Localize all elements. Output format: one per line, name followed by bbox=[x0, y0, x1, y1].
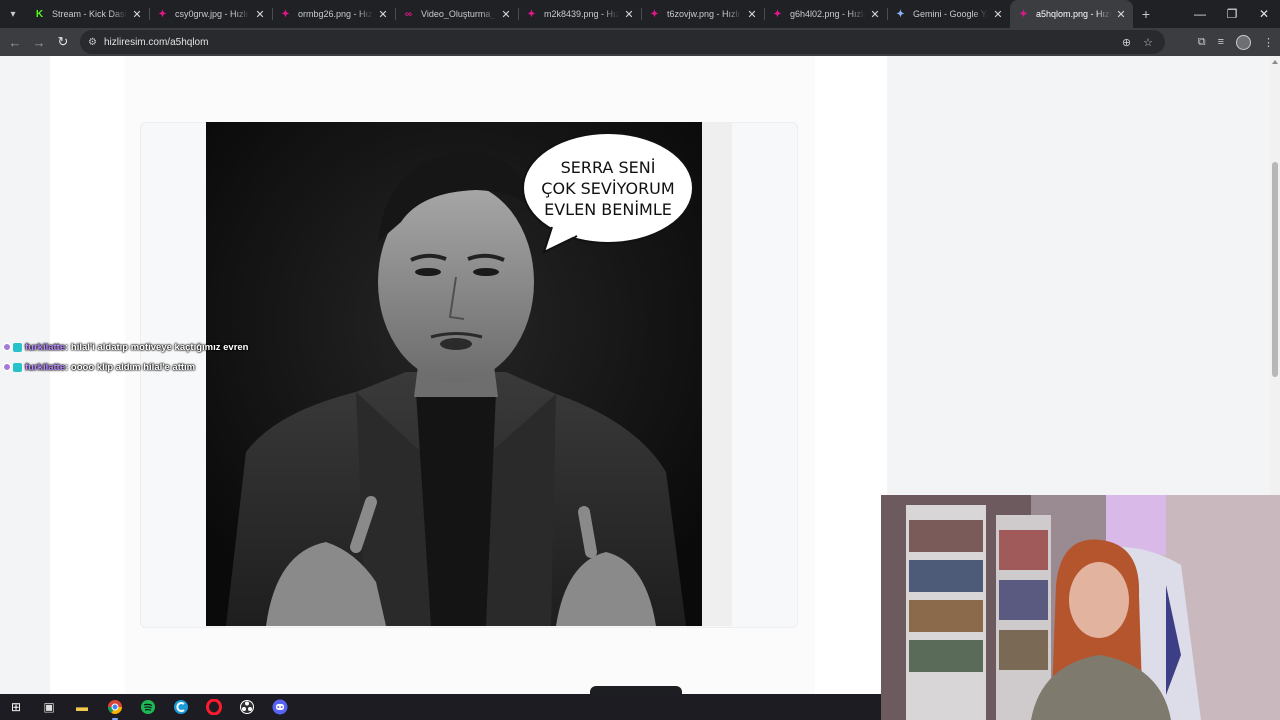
window-controls: — ❐ ✕ bbox=[1184, 7, 1280, 21]
stream-chat-overlay: furkilatte : hilal'i aldatıp motiveye ka… bbox=[3, 337, 248, 377]
chat-message: furkilatte : oooo klip aldım hilal'e att… bbox=[3, 357, 248, 377]
profile-avatar[interactable] bbox=[1236, 34, 1251, 50]
tab-strip: ▾ K Stream - Kick Dashboard ✕ ✦ csy0grw.… bbox=[0, 0, 1280, 28]
kick-icon: K bbox=[35, 8, 44, 20]
tab-a5hqlom[interactable]: ✦ a5hqlom.png - Hızlı Resim ✕ bbox=[1010, 0, 1133, 28]
close-icon[interactable]: ✕ bbox=[377, 8, 389, 21]
subscriber-badge-icon bbox=[3, 363, 11, 371]
image-side-strip bbox=[702, 122, 732, 626]
tab-title: g6h4l02.png - Hızlı Resim bbox=[790, 9, 865, 19]
bookmark-star-icon[interactable]: ☆ bbox=[1143, 36, 1153, 49]
speech-bubble-text: SERRA SENİ ÇOK SEVİYORUM EVLEN BENİMLE bbox=[522, 157, 694, 220]
restore-icon[interactable]: ❐ bbox=[1216, 7, 1248, 21]
menu-icon[interactable]: ⋮ bbox=[1263, 36, 1274, 49]
task-view-icon[interactable]: ▣ bbox=[39, 697, 59, 717]
windows-start-icon[interactable]: ⊞ bbox=[6, 697, 26, 717]
close-icon[interactable]: ✕ bbox=[500, 8, 512, 21]
hizliresim-icon: ✦ bbox=[158, 8, 167, 20]
tab-title: Video_Oluşturma_Serra bbox=[421, 9, 496, 19]
browser-toolbar: ← → ↻ ⚙ hizliresim.com/a5hqlom ⊕ ☆ ⧉ ≡ ⋮ bbox=[0, 28, 1280, 56]
windows-taskbar: ⊞ ▣ ▬ bbox=[0, 694, 881, 720]
tab-title: csy0grw.jpg - Hızlı Resim bbox=[175, 9, 250, 19]
chat-text: : hilal'i aldatıp motiveye kaçtığımız ev… bbox=[65, 341, 249, 353]
back-icon[interactable]: ← bbox=[3, 30, 27, 54]
address-bar[interactable]: ⚙ hizliresim.com/a5hqlom ⊕ ☆ bbox=[80, 30, 1165, 54]
close-window-icon[interactable]: ✕ bbox=[1248, 7, 1280, 21]
close-icon[interactable]: ✕ bbox=[1115, 8, 1127, 21]
hizliresim-icon: ✦ bbox=[650, 8, 659, 20]
close-icon[interactable]: ✕ bbox=[992, 8, 1004, 21]
tab-video-olusturma[interactable]: ∞ Video_Oluşturma_Serra ✕ bbox=[395, 0, 518, 28]
tab-search-icon[interactable]: ▾ bbox=[0, 0, 26, 28]
site-info-icon[interactable]: ⚙ bbox=[88, 37, 97, 48]
zoom-icon[interactable]: ⊕ bbox=[1122, 36, 1131, 49]
obs-icon[interactable] bbox=[237, 697, 257, 717]
webcam-feed bbox=[881, 495, 1280, 720]
partially-visible-button[interactable] bbox=[590, 686, 682, 694]
hizliresim-icon: ✦ bbox=[527, 8, 536, 20]
chat-text: : oooo klip aldım hilal'e attım bbox=[65, 361, 196, 373]
close-icon[interactable]: ✕ bbox=[623, 8, 635, 21]
forward-icon[interactable]: → bbox=[27, 30, 51, 54]
tab-kick-dashboard[interactable]: K Stream - Kick Dashboard ✕ bbox=[26, 0, 149, 28]
tab-title: a5hqlom.png - Hızlı Resim bbox=[1036, 9, 1111, 19]
file-explorer-icon[interactable]: ▬ bbox=[72, 697, 92, 717]
new-tab-button[interactable]: + bbox=[1133, 6, 1159, 22]
url-text: hizliresim.com/a5hqlom bbox=[103, 36, 209, 48]
reload-icon[interactable]: ↻ bbox=[51, 30, 75, 54]
tab-title: Stream - Kick Dashboard bbox=[52, 9, 127, 19]
close-icon[interactable]: ✕ bbox=[254, 8, 266, 21]
tab-title: t6zovjw.png - Hızlı Resim bbox=[667, 9, 742, 19]
minimize-icon[interactable]: — bbox=[1184, 7, 1216, 21]
close-icon[interactable]: ✕ bbox=[869, 8, 881, 21]
tab-title: m2k8439.png - Hızlı Resim bbox=[544, 9, 619, 19]
bubble-line-2: ÇOK SEVİYORUM bbox=[541, 179, 675, 198]
scrollbar-thumb[interactable] bbox=[1272, 162, 1278, 377]
bookshelf-icon bbox=[906, 505, 1051, 720]
chat-username: furkilatte bbox=[25, 341, 66, 353]
speech-bubble: SERRA SENİ ÇOK SEVİYORUM EVLEN BENİMLE bbox=[522, 132, 694, 254]
uploaded-image[interactable]: SERRA SENİ ÇOK SEVİYORUM EVLEN BENİMLE bbox=[206, 122, 702, 626]
right-column bbox=[815, 56, 887, 694]
tab-title: ormbg26.png - Hızlı Resim bbox=[298, 9, 373, 19]
discord-icon[interactable] bbox=[270, 697, 290, 717]
chrome-icon[interactable] bbox=[105, 697, 125, 720]
spotify-icon[interactable] bbox=[138, 697, 158, 717]
hizliresim-icon: ✦ bbox=[1019, 8, 1028, 20]
bubble-line-3: EVLEN BENİMLE bbox=[544, 200, 672, 219]
chat-message: furkilatte : hilal'i aldatıp motiveye ka… bbox=[3, 337, 248, 357]
tab-m2k8439[interactable]: ✦ m2k8439.png - Hızlı Resim ✕ bbox=[518, 0, 641, 28]
bubble-line-1: SERRA SENİ bbox=[560, 158, 656, 177]
hizliresim-icon: ✦ bbox=[281, 8, 290, 20]
close-icon[interactable]: ✕ bbox=[131, 8, 143, 21]
webcam-overlay bbox=[881, 495, 1280, 720]
gemini-icon: ✦ bbox=[896, 8, 905, 20]
opera-icon[interactable] bbox=[204, 697, 224, 717]
subscriber-badge-icon bbox=[3, 343, 11, 351]
vip-badge-icon bbox=[13, 362, 22, 372]
ccleaner-icon[interactable] bbox=[171, 697, 191, 717]
tab-title: Gemini - Google Yapay Zeka bbox=[913, 9, 988, 19]
tab-t6zovjw[interactable]: ✦ t6zovjw.png - Hızlı Resim ✕ bbox=[641, 0, 764, 28]
reading-list-icon[interactable]: ≡ bbox=[1218, 36, 1224, 48]
tab-g6h4l02[interactable]: ✦ g6h4l02.png - Hızlı Resim ✕ bbox=[764, 0, 887, 28]
scroll-up-arrow-icon[interactable] bbox=[1272, 60, 1278, 64]
chat-username: furkilatte bbox=[25, 361, 66, 373]
tab-ormbg26[interactable]: ✦ ormbg26.png - Hızlı Resim ✕ bbox=[272, 0, 395, 28]
video-icon: ∞ bbox=[404, 8, 413, 20]
hizliresim-icon: ✦ bbox=[773, 8, 782, 20]
close-icon[interactable]: ✕ bbox=[746, 8, 758, 21]
vip-badge-icon bbox=[13, 342, 22, 352]
extensions-icon[interactable]: ⧉ bbox=[1198, 36, 1206, 49]
tab-csy0grw[interactable]: ✦ csy0grw.jpg - Hızlı Resim ✕ bbox=[149, 0, 272, 28]
tab-gemini[interactable]: ✦ Gemini - Google Yapay Zeka ✕ bbox=[887, 0, 1010, 28]
